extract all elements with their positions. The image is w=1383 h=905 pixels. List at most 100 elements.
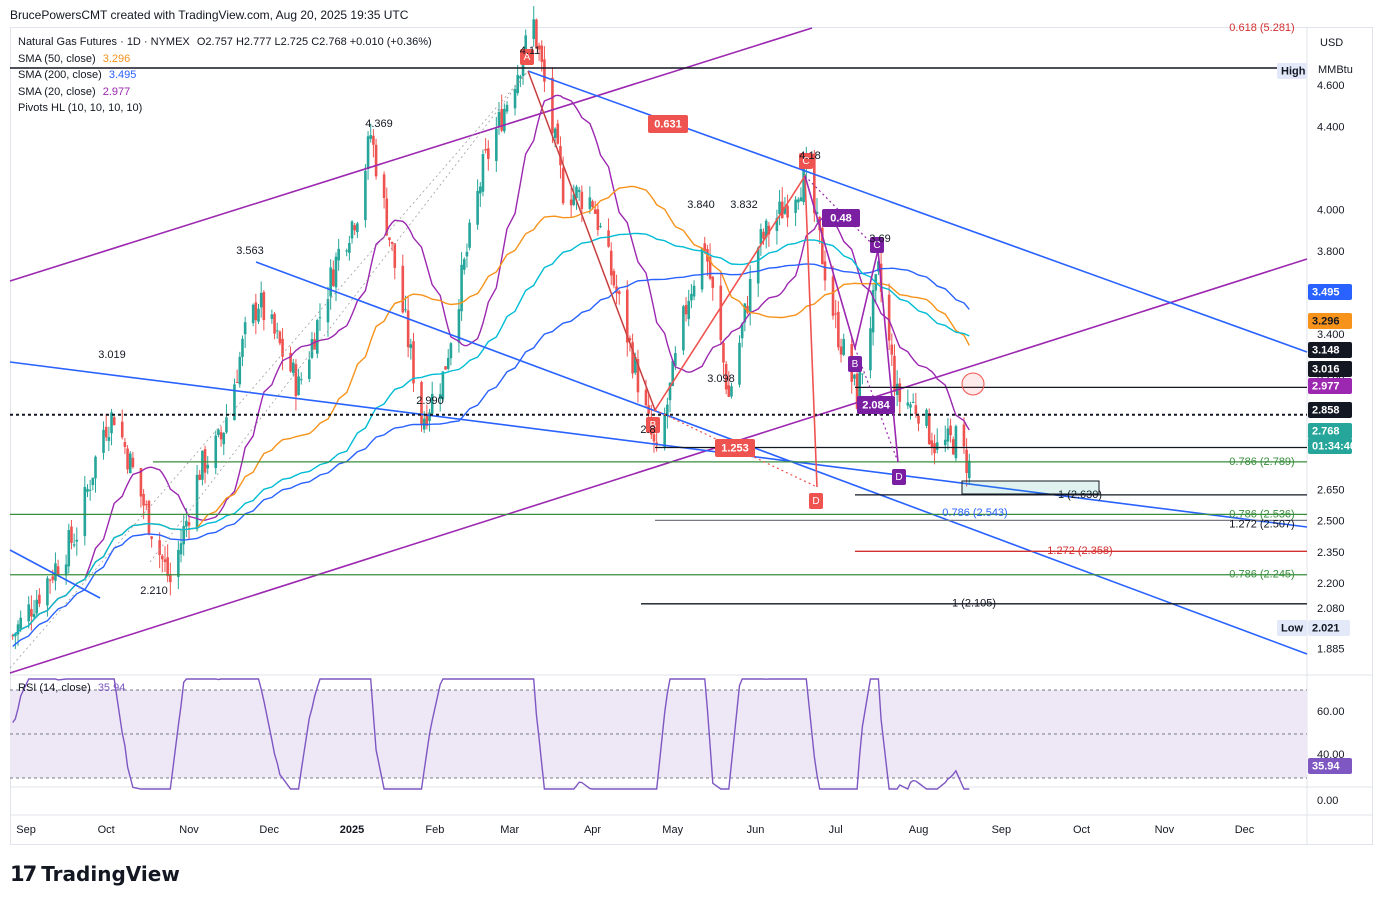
candle-body	[839, 346, 843, 355]
candle-body	[390, 241, 394, 244]
sma200-legend[interactable]: SMA (200, close) 3.495	[18, 67, 432, 84]
price-badge-7-text: 01:34:40	[1312, 440, 1356, 452]
candle-body	[91, 477, 95, 486]
sma20-value: 2.977	[102, 85, 131, 98]
price-badge-4: 2.977	[1308, 378, 1352, 394]
high-badge-text: High	[1281, 65, 1306, 77]
time-label-4: 2025	[340, 824, 364, 836]
candle-body	[144, 504, 148, 506]
candle-body	[388, 237, 391, 241]
sma20-line	[12, 94, 970, 637]
candle-body	[617, 291, 621, 295]
candle-body	[318, 317, 322, 319]
candle-body	[38, 594, 41, 604]
ratio-badge-0631-text: 0.631	[654, 118, 682, 130]
candle-body	[591, 201, 594, 208]
candle-body	[609, 250, 613, 276]
candle-body	[299, 379, 303, 381]
price-tick-9: 2.350	[1317, 547, 1345, 559]
candle-body	[861, 373, 864, 375]
pivot-label-7: 3.098	[707, 373, 735, 385]
candle-body	[131, 457, 135, 468]
time-label-9: Jun	[747, 824, 765, 836]
unit-label[interactable]: MMBtu	[1318, 64, 1353, 76]
candle-body	[107, 437, 111, 441]
sma20-legend[interactable]: SMA (20, close) 2.977	[18, 84, 432, 101]
price-badge-5: 2.858	[1308, 402, 1352, 418]
candle-body	[257, 308, 260, 322]
price-chart[interactable]: 4.6004.4004.0003.8003.6003.4003.2002.650…	[0, 0, 1383, 905]
candle-body	[756, 247, 760, 284]
candle-body	[853, 374, 856, 379]
candle-body	[297, 376, 300, 395]
candle-body	[551, 77, 554, 133]
price-tick-5: 3.400	[1317, 329, 1345, 341]
candle-body	[67, 530, 71, 567]
time-label-5: Feb	[425, 824, 444, 836]
candle-body	[294, 364, 298, 397]
pivot-label-9: 4.18	[799, 150, 820, 162]
candle-body	[251, 304, 255, 324]
candle-body	[933, 443, 936, 454]
candle-body	[222, 432, 226, 445]
ratio-badge-2084-text: 2.084	[862, 399, 890, 411]
pivots-legend[interactable]: Pivots HL (10, 10, 10, 10)	[18, 100, 432, 117]
candle-body	[837, 311, 840, 348]
pattern-point-D: D	[809, 493, 823, 509]
candle-body	[259, 292, 263, 308]
candle-body	[35, 599, 39, 614]
price-badge-2-text: 3.148	[1312, 344, 1340, 356]
candle-body	[75, 539, 79, 542]
candle-body	[203, 449, 207, 473]
candle-body	[150, 536, 153, 539]
candle-body	[201, 450, 204, 480]
candle-body	[102, 429, 105, 453]
candle-body	[446, 357, 450, 369]
tradingview-brand[interactable]: 17 TradingView	[10, 862, 180, 886]
candle-body	[599, 226, 602, 228]
price-badge-5-text: 2.858	[1312, 404, 1340, 416]
candle-body	[943, 439, 947, 446]
currency-label[interactable]: USD	[1320, 37, 1343, 49]
sma200-label: SMA (200, close)	[18, 69, 102, 81]
fib-label-4: 1.272 (2.358)	[1047, 545, 1112, 557]
candle-body	[690, 293, 693, 301]
sma50-legend[interactable]: SMA (50, close) 3.296	[18, 51, 432, 68]
candle-body	[869, 328, 872, 371]
candle-body	[270, 314, 274, 319]
candle-body	[126, 448, 129, 470]
candle-body	[778, 201, 781, 215]
candle-body	[177, 549, 180, 578]
candle-body	[484, 149, 487, 151]
rsi-legend[interactable]: RSI (14, close) 35.94	[18, 682, 125, 694]
candle-body	[762, 231, 765, 239]
candle-body	[890, 344, 894, 355]
candle-body	[179, 543, 183, 555]
candle-body	[161, 555, 164, 560]
candle-body	[834, 313, 837, 315]
pivot-label-4: 2.210	[140, 585, 168, 597]
candle-body	[460, 264, 463, 312]
candle-body	[478, 186, 482, 194]
tradingview-logo-icon: 17	[10, 862, 37, 886]
candle-body	[206, 464, 210, 469]
candle-body	[951, 439, 955, 455]
candle-body	[906, 402, 910, 406]
price-badge-6: 2.768	[1308, 423, 1352, 439]
candle-body	[404, 309, 407, 311]
fan-line-2	[149, 70, 529, 563]
candle-body	[500, 109, 503, 131]
candle-body	[313, 339, 316, 350]
instrument-row[interactable]: Natural Gas Futures · 1D · NYMEX O2.757 …	[18, 34, 432, 51]
time-label-2: Nov	[179, 824, 199, 836]
candle-body	[682, 306, 685, 351]
price-badge-1-text: 3.296	[1312, 315, 1340, 327]
low-badge-text: Low	[1281, 622, 1303, 634]
candle-body	[275, 330, 279, 332]
candle-body	[369, 135, 373, 139]
candle-body	[612, 271, 616, 286]
pivot-label-3: 2.990	[416, 395, 444, 407]
pivot-label-11: 2.8	[640, 424, 655, 436]
candle-body	[364, 170, 367, 221]
candle-body	[593, 209, 597, 214]
